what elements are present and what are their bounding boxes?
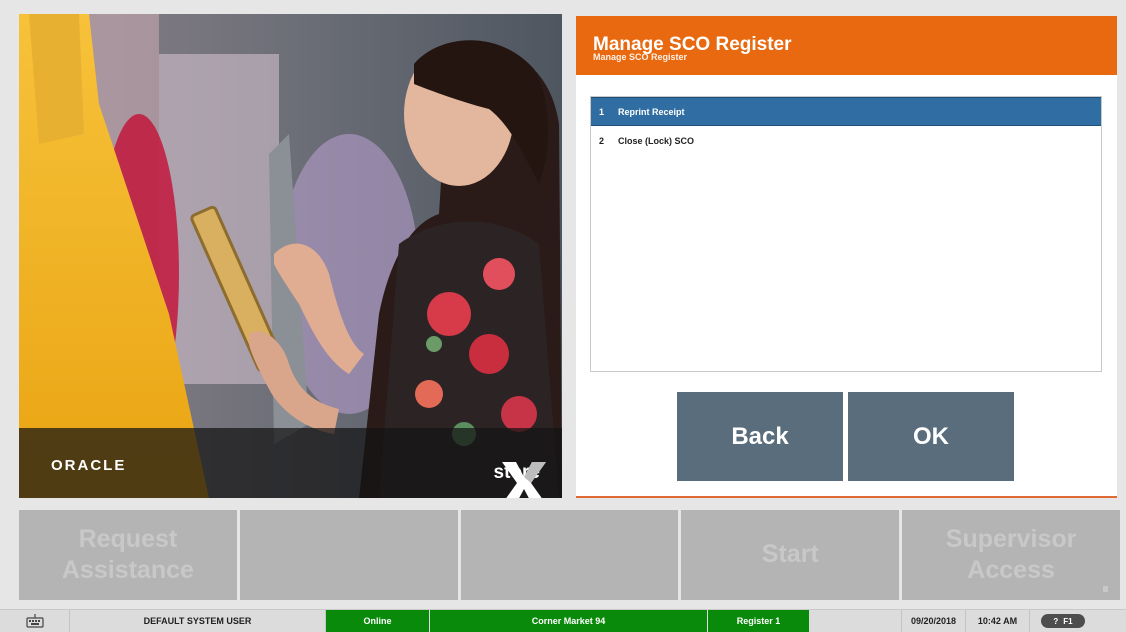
supervisor-access-label: Supervisor Access xyxy=(945,524,1077,584)
corner-marker xyxy=(1102,586,1108,592)
request-assistance-button[interactable]: Request Assistance xyxy=(19,510,237,600)
status-time: 10:42 AM xyxy=(966,610,1030,632)
hero-illustration xyxy=(19,14,562,498)
status-store: Corner Market 94 xyxy=(430,610,708,632)
status-date: 09/20/2018 xyxy=(902,610,966,632)
xstore-x-icon xyxy=(501,462,546,498)
dialog-subtitle: Manage SCO Register xyxy=(593,52,688,62)
help-cell: ? F1 xyxy=(1030,610,1096,632)
keyboard-button[interactable] xyxy=(0,610,70,632)
help-icon: ? xyxy=(1053,616,1059,626)
ok-button[interactable]: OK xyxy=(848,392,1014,481)
status-online: Online xyxy=(326,610,430,632)
status-register: Register 1 xyxy=(708,610,810,632)
list-item-close-lock-sco[interactable]: 2 Close (Lock) SCO xyxy=(591,126,1101,155)
start-button[interactable]: Start xyxy=(681,510,900,600)
list-item-number: 1 xyxy=(598,106,604,117)
list-item-label: Reprint Receipt xyxy=(618,106,685,117)
action-button-row: Request Assistance Start Supervisor Acce… xyxy=(19,510,1120,600)
oracle-logo: ORACLE xyxy=(51,457,127,474)
action-button-blank-2[interactable] xyxy=(460,510,679,600)
list-item-label: Close (Lock) SCO xyxy=(618,135,695,146)
dialog-header: Manage SCO Register Manage SCO Register xyxy=(576,16,1117,75)
list-item-reprint-receipt[interactable]: 1 Reprint Receipt xyxy=(591,97,1101,126)
action-button-blank-1[interactable] xyxy=(239,510,458,600)
status-bar: DEFAULT SYSTEM USER Online Corner Market… xyxy=(0,609,1126,632)
option-list: 1 Reprint Receipt 2 Close (Lock) SCO xyxy=(590,96,1102,372)
help-button[interactable]: ? F1 xyxy=(1041,614,1085,628)
status-user: DEFAULT SYSTEM USER xyxy=(70,610,326,632)
back-button[interactable]: Back xyxy=(677,392,843,481)
status-spacer xyxy=(810,610,902,632)
list-item-number: 2 xyxy=(598,135,604,146)
keyboard-icon xyxy=(25,614,44,628)
manage-sco-dialog: Manage SCO Register Manage SCO Register … xyxy=(576,16,1117,498)
hero-image: ORACLE store xyxy=(19,14,562,498)
xstore-logo: store xyxy=(494,462,546,498)
supervisor-access-button[interactable]: Supervisor Access xyxy=(902,510,1120,600)
help-key-label: F1 xyxy=(1063,616,1073,626)
